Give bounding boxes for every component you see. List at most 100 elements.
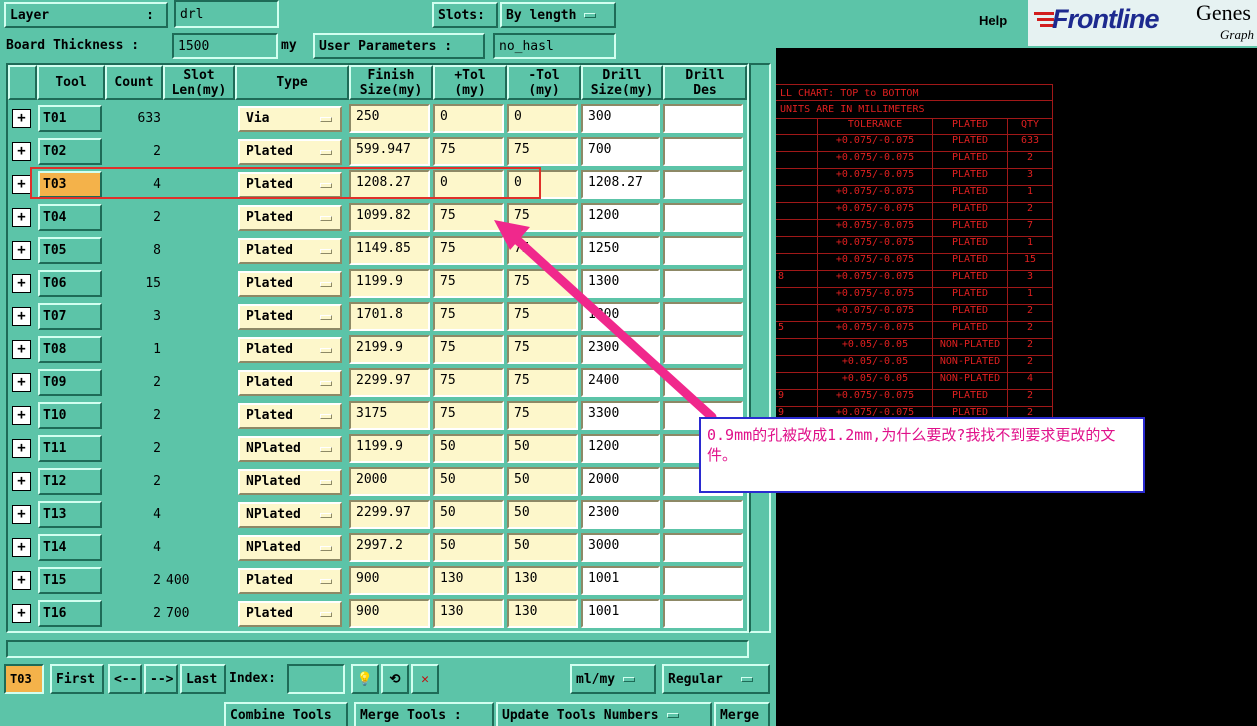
- finish-size-input[interactable]: 900: [349, 599, 430, 628]
- merge-button[interactable]: Merge: [714, 702, 770, 726]
- drill-size-input[interactable]: 1800: [581, 302, 660, 331]
- finish-size-input[interactable]: 1149.85: [349, 236, 430, 265]
- drill-des-input[interactable]: [663, 269, 743, 298]
- horizontal-scrollbar[interactable]: [6, 640, 749, 658]
- drill-des-input[interactable]: [663, 137, 743, 166]
- type-dropdown[interactable]: Plated: [238, 568, 342, 594]
- drill-size-input[interactable]: 300: [581, 104, 660, 133]
- plus-tol-input[interactable]: 50: [433, 434, 504, 463]
- tool-button[interactable]: T12: [38, 468, 102, 495]
- finish-size-input[interactable]: 250: [349, 104, 430, 133]
- mode-dropdown[interactable]: Regular: [662, 664, 770, 694]
- prev-button[interactable]: <--: [108, 664, 142, 694]
- drill-size-input[interactable]: 1001: [581, 566, 660, 595]
- type-dropdown[interactable]: NPlated: [238, 469, 342, 495]
- type-dropdown[interactable]: Plated: [238, 337, 342, 363]
- index-input[interactable]: [287, 664, 345, 694]
- drill-des-input[interactable]: [663, 170, 743, 199]
- units-dropdown[interactable]: ml/my: [570, 664, 656, 694]
- tool-button[interactable]: T02: [38, 138, 102, 165]
- plus-tol-input[interactable]: 0: [433, 104, 504, 133]
- expand-icon[interactable]: +: [12, 274, 31, 293]
- minus-tol-input[interactable]: 75: [507, 335, 578, 364]
- plus-tol-input[interactable]: 75: [433, 203, 504, 232]
- tool-button[interactable]: T06: [38, 270, 102, 297]
- type-dropdown[interactable]: Plated: [238, 238, 342, 264]
- type-dropdown[interactable]: Plated: [238, 139, 342, 165]
- drill-size-input[interactable]: 2400: [581, 368, 660, 397]
- plus-tol-input[interactable]: 75: [433, 302, 504, 331]
- combine-tools-button[interactable]: Combine Tools: [224, 702, 348, 726]
- finish-size-input[interactable]: 2299.97: [349, 500, 430, 529]
- type-dropdown[interactable]: Plated: [238, 403, 342, 429]
- minus-tol-input[interactable]: 50: [507, 533, 578, 562]
- last-button[interactable]: Last: [180, 664, 226, 694]
- tool-button[interactable]: T16: [38, 600, 102, 627]
- plus-tol-input[interactable]: 50: [433, 533, 504, 562]
- plus-tol-input[interactable]: 130: [433, 566, 504, 595]
- expand-icon[interactable]: +: [12, 307, 31, 326]
- expand-icon[interactable]: +: [12, 241, 31, 260]
- drill-size-input[interactable]: 2300: [581, 335, 660, 364]
- drill-size-input[interactable]: 1250: [581, 236, 660, 265]
- plus-tol-input[interactable]: 75: [433, 137, 504, 166]
- minus-tol-input[interactable]: 75: [507, 137, 578, 166]
- tool-button[interactable]: T10: [38, 402, 102, 429]
- type-dropdown[interactable]: Plated: [238, 601, 342, 627]
- next-button[interactable]: -->: [144, 664, 178, 694]
- plus-tol-input[interactable]: 50: [433, 500, 504, 529]
- drill-size-input[interactable]: 2000: [581, 467, 660, 496]
- plus-tol-input[interactable]: 75: [433, 236, 504, 265]
- delete-icon[interactable]: ✕: [411, 664, 439, 694]
- drill-size-input[interactable]: 1300: [581, 269, 660, 298]
- expand-icon[interactable]: +: [12, 208, 31, 227]
- plus-tol-input[interactable]: 75: [433, 335, 504, 364]
- merge-tools-button[interactable]: Merge Tools :: [354, 702, 494, 726]
- drill-des-input[interactable]: [663, 104, 743, 133]
- expand-icon[interactable]: +: [12, 340, 31, 359]
- drill-size-input[interactable]: 1200: [581, 203, 660, 232]
- tool-button[interactable]: T08: [38, 336, 102, 363]
- type-dropdown[interactable]: NPlated: [238, 436, 342, 462]
- minus-tol-input[interactable]: 50: [507, 434, 578, 463]
- finish-size-input[interactable]: 900: [349, 566, 430, 595]
- expand-icon[interactable]: +: [12, 538, 31, 557]
- expand-icon[interactable]: +: [12, 142, 31, 161]
- drill-des-input[interactable]: [663, 335, 743, 364]
- expand-icon[interactable]: +: [12, 439, 31, 458]
- type-dropdown[interactable]: Plated: [238, 271, 342, 297]
- plus-tol-input[interactable]: 75: [433, 269, 504, 298]
- minus-tol-input[interactable]: 130: [507, 566, 578, 595]
- minus-tol-input[interactable]: 75: [507, 269, 578, 298]
- drill-size-input[interactable]: 1208.27: [581, 170, 660, 199]
- plus-tol-input[interactable]: 130: [433, 599, 504, 628]
- minus-tol-input[interactable]: 0: [507, 104, 578, 133]
- finish-size-input[interactable]: 3175: [349, 401, 430, 430]
- layer-button[interactable]: Layer :: [4, 2, 168, 28]
- help-button[interactable]: Help: [979, 13, 1007, 28]
- minus-tol-input[interactable]: 75: [507, 302, 578, 331]
- finish-size-input[interactable]: 1199.9: [349, 434, 430, 463]
- drill-des-input[interactable]: [663, 302, 743, 331]
- drill-des-input[interactable]: [663, 500, 743, 529]
- type-dropdown[interactable]: Plated: [238, 304, 342, 330]
- minus-tol-input[interactable]: 50: [507, 500, 578, 529]
- drill-des-input[interactable]: [663, 236, 743, 265]
- bulb-icon[interactable]: 💡: [351, 664, 379, 694]
- refresh-icon[interactable]: ⟲: [381, 664, 409, 694]
- plus-tol-input[interactable]: 75: [433, 401, 504, 430]
- user-parameters-input[interactable]: no_hasl: [493, 33, 616, 59]
- minus-tol-input[interactable]: 75: [507, 236, 578, 265]
- expand-icon[interactable]: +: [12, 373, 31, 392]
- finish-size-input[interactable]: 1199.9: [349, 269, 430, 298]
- tool-button[interactable]: T09: [38, 369, 102, 396]
- drill-des-input[interactable]: [663, 368, 743, 397]
- minus-tol-input[interactable]: 130: [507, 599, 578, 628]
- drill-des-input[interactable]: [663, 566, 743, 595]
- first-button[interactable]: First: [50, 664, 104, 694]
- expand-icon[interactable]: +: [12, 571, 31, 590]
- finish-size-input[interactable]: 2000: [349, 467, 430, 496]
- tool-button[interactable]: T01: [38, 105, 102, 132]
- minus-tol-input[interactable]: 75: [507, 368, 578, 397]
- expand-icon[interactable]: +: [12, 604, 31, 623]
